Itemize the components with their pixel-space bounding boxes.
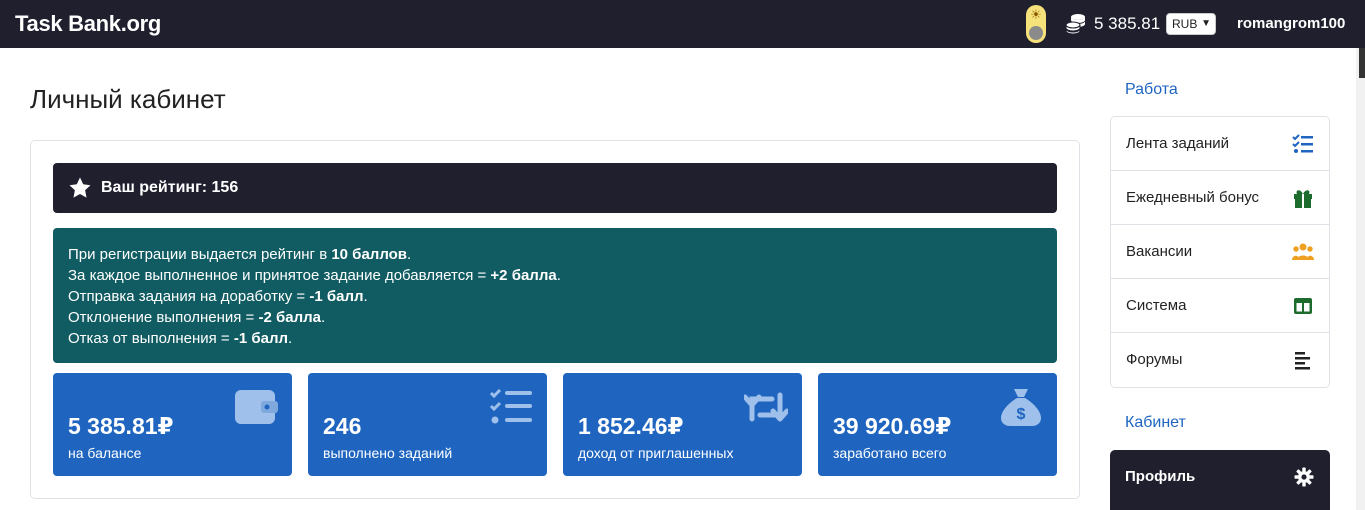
sidebar-item-label: Вакансии (1126, 243, 1193, 260)
stat-value: 39 920.69₽ (833, 413, 952, 439)
sidebar-item-label: Форумы (1126, 351, 1183, 368)
users-icon (1292, 243, 1314, 260)
align-left-icon (1295, 352, 1310, 370)
repeat-icon (744, 392, 788, 422)
top-navbar: Task Bank.org ☀ 5 385.81 RUB ▼ romangrom… (0, 0, 1365, 48)
stat-label: выполнено заданий (323, 445, 453, 461)
stat-referral-income: 1 852.46₽ доход от приглашенных (563, 373, 802, 476)
toggle-knob (1029, 26, 1043, 40)
stat-label: заработано всего (833, 445, 947, 461)
stat-tasks-done: 246 выполнено заданий (308, 373, 547, 476)
rating-rules: При регистрации выдается рейтинг в 10 ба… (53, 228, 1057, 363)
rule-text: Отклонение выполнения = (68, 309, 259, 326)
sidebar-item-label: Лента заданий (1126, 135, 1230, 152)
rule-text: Отказ от выполнения = (68, 330, 234, 347)
rule-points: +2 балла (490, 267, 557, 284)
rule-line: Отклонение выполнения = -2 балла. (68, 307, 1042, 328)
rule-points: -2 балла (258, 309, 321, 326)
scrollbar-thumb[interactable] (1359, 48, 1365, 78)
wallet-icon (235, 390, 278, 424)
rating-bar: Ваш рейтинг: 156 (53, 163, 1057, 213)
page-title: Личный кабинет (30, 84, 226, 114)
rule-end: . (556, 267, 561, 284)
stat-label: доход от приглашенных (578, 445, 734, 461)
chevron-down-icon: ▼ (1201, 18, 1211, 29)
rating-text: Ваш рейтинг: 156 (101, 179, 238, 197)
sidebar-item-label: Ежедневный бонус (1126, 189, 1260, 206)
currency-select[interactable]: RUB ▼ (1166, 13, 1216, 35)
currency-value: RUB (1172, 17, 1198, 31)
rule-line: За каждое выполненное и принятое задание… (68, 265, 1042, 286)
rule-end: . (321, 309, 326, 326)
brand-logo[interactable]: Task Bank.org (15, 11, 161, 37)
rule-line: Отправка задания на доработку = -1 балл. (68, 286, 1042, 307)
stat-label: на балансе (68, 445, 142, 461)
sun-icon: ☀ (1030, 7, 1042, 22)
sidebar-heading-cabinet: Кабинет (1125, 414, 1186, 431)
sidebar-heading-work: Работа (1125, 81, 1178, 98)
star-icon (69, 177, 91, 198)
rule-end: . (288, 330, 293, 347)
sidebar-item-profile[interactable]: Профиль (1110, 450, 1330, 510)
sidebar-item-label: Система (1126, 297, 1187, 314)
sidebar-item-task-feed[interactable]: Лента заданий (1111, 117, 1329, 171)
stat-value: 1 852.46₽ (578, 413, 684, 439)
stat-value: 246 (323, 413, 362, 439)
rule-points: 10 баллов (331, 246, 408, 263)
gear-icon (1294, 467, 1314, 487)
sidebar-item-system[interactable]: Система (1111, 279, 1329, 333)
scrollbar-track[interactable] (1356, 48, 1365, 510)
stat-value: 5 385.81₽ (68, 413, 174, 439)
task-list-icon (1292, 134, 1313, 153)
gift-icon (1294, 190, 1312, 208)
rule-line: При регистрации выдается рейтинг в 10 ба… (68, 244, 1042, 265)
svg-text:$: $ (1017, 406, 1026, 423)
sidebar-work-menu: Лента заданий Ежедневный бонус Вакансии (1110, 116, 1330, 388)
checklist-icon (489, 388, 532, 424)
sidebar-item-forums[interactable]: Форумы (1111, 333, 1329, 387)
rating-label: Ваш рейтинг: (101, 179, 208, 196)
rule-points: -1 балл (233, 330, 289, 347)
nav-balance: 5 385.81 (1094, 14, 1161, 33)
rule-text: Отправка задания на доработку = (68, 288, 310, 305)
sidebar-item-daily-bonus[interactable]: Ежедневный бонус (1111, 171, 1329, 225)
rule-end: . (407, 246, 412, 263)
theme-toggle[interactable]: ☀ (1026, 5, 1046, 43)
rule-end: . (363, 288, 368, 305)
user-menu[interactable]: romangrom100 (1237, 15, 1345, 32)
rule-text: При регистрации выдается рейтинг в (68, 246, 332, 263)
coins-icon (1065, 14, 1085, 35)
rating-value: 156 (211, 179, 239, 196)
rule-text: За каждое выполненное и принятое задание… (68, 267, 491, 284)
rule-line: Отказ от выполнения = -1 балл. (68, 328, 1042, 349)
sidebar-item-vacancies[interactable]: Вакансии (1111, 225, 1329, 279)
money-bag-icon: $ (1001, 389, 1041, 426)
stat-balance: 5 385.81₽ на балансе (53, 373, 292, 476)
stat-total-earned: $ 39 920.69₽ заработано всего (818, 373, 1057, 476)
columns-icon (1294, 298, 1312, 314)
sidebar-item-label: Профиль (1125, 468, 1196, 485)
rule-points: -1 балл (309, 288, 364, 305)
